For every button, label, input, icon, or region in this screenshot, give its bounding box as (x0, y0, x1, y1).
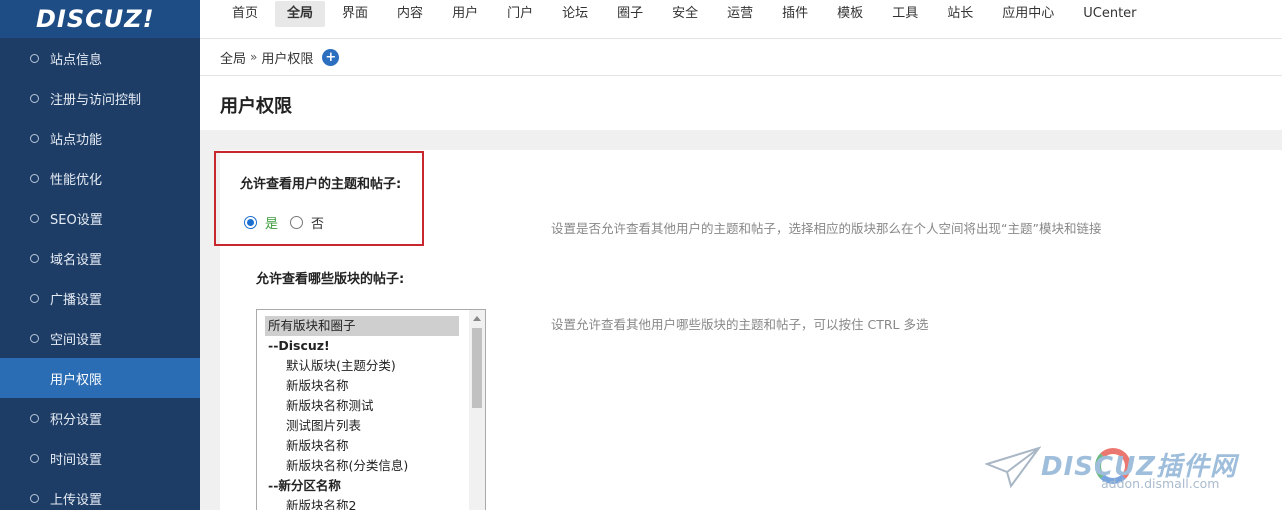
sidebar-item-label: 广播设置 (50, 292, 103, 308)
logo-text: DISCUZ! (36, 5, 155, 33)
bullet-icon (30, 93, 39, 103)
nav-home[interactable]: 首页 (220, 1, 270, 27)
nav-forum[interactable]: 论坛 (550, 1, 600, 27)
nav-tools[interactable]: 工具 (880, 1, 930, 27)
nav-operations[interactable]: 运营 (715, 1, 765, 27)
breadcrumb: 全局 » 用户权限 + (200, 38, 1282, 76)
bullet-icon (30, 253, 39, 263)
list-item[interactable]: 新版块名称2 (257, 496, 459, 510)
nav-templates[interactable]: 模板 (825, 1, 875, 27)
list-item[interactable]: 新版块名称 (257, 436, 459, 456)
bullet-icon (30, 413, 39, 423)
sidebar-item-label: 站点功能 (50, 132, 103, 148)
nav-ucenter[interactable]: UCenter (1071, 1, 1148, 27)
top-navigation: 首页 全局 界面 内容 用户 门户 论坛 圈子 安全 运营 插件 模板 工具 站… (200, 0, 1282, 28)
sidebar-item-domain[interactable]: 域名设置 (0, 238, 200, 278)
sidebar-item-label: 积分设置 (50, 412, 103, 428)
sidebar-item-site-features[interactable]: 站点功能 (0, 118, 200, 158)
nav-groups[interactable]: 圈子 (605, 1, 655, 27)
bullet-icon (30, 493, 39, 503)
sidebar-item-label: 站点信息 (50, 52, 103, 68)
sidebar-item-site-info[interactable]: 站点信息 (0, 38, 200, 78)
sidebar-item-label: 空间设置 (50, 332, 103, 348)
bullet-icon (30, 53, 39, 63)
bullet-icon (30, 333, 39, 343)
nav-security[interactable]: 安全 (660, 1, 710, 27)
sidebar-item-seo[interactable]: SEO设置 (0, 198, 200, 238)
sidebar-item-upload[interactable]: 上传设置 (0, 478, 200, 510)
discuz-logo[interactable]: DISCUZ! (0, 0, 200, 38)
bullet-icon (30, 133, 39, 143)
sidebar-item-credits[interactable]: 积分设置 (0, 398, 200, 438)
list-item[interactable]: 默认版块(主题分类) (257, 356, 459, 376)
scroll-thumb[interactable] (472, 328, 482, 408)
list-item[interactable]: --Discuz! (257, 336, 459, 356)
sidebar-item-performance[interactable]: 性能优化 (0, 158, 200, 198)
nav-content[interactable]: 内容 (385, 1, 435, 27)
sidebar-item-label: 性能优化 (50, 172, 103, 188)
sidebar-item-label: 时间设置 (50, 452, 103, 468)
list-item[interactable]: --新分区名称 (257, 476, 459, 496)
sidebar-item-broadcast[interactable]: 广播设置 (0, 278, 200, 318)
listbox-scrollbar[interactable] (469, 310, 485, 510)
sidebar-item-time[interactable]: 时间设置 (0, 438, 200, 478)
bullet-icon (30, 293, 39, 303)
list-item[interactable]: 新版块名称(分类信息) (257, 456, 459, 476)
nav-portal[interactable]: 门户 (495, 1, 545, 27)
nav-webmaster[interactable]: 站长 (935, 1, 985, 27)
nav-app-center[interactable]: 应用中心 (990, 1, 1066, 27)
highlight-annotation-box (214, 151, 424, 246)
sidebar: 站点信息 注册与访问控制 站点功能 性能优化 SEO设置 域名设置 广播设置 空… (0, 38, 200, 510)
forums-multiselect[interactable]: 所有版块和圈子 --Discuz! 默认版块(主题分类) 新版块名称 新版块名称… (256, 309, 486, 510)
sidebar-item-label: 域名设置 (50, 252, 103, 268)
nav-users[interactable]: 用户 (440, 1, 490, 27)
sidebar-item-space[interactable]: 空间设置 (0, 318, 200, 358)
add-plus-icon[interactable]: + (322, 48, 340, 66)
nav-global[interactable]: 全局 (275, 1, 326, 27)
nav-interface[interactable]: 界面 (330, 1, 380, 27)
breadcrumb-current: 用户权限 (261, 51, 314, 67)
list-item[interactable]: 所有版块和圈子 (265, 316, 459, 336)
watermark-sub-text: addon.dismall.com (1101, 476, 1220, 491)
list-item[interactable]: 新版块名称测试 (257, 396, 459, 416)
scroll-up-arrow-icon[interactable] (473, 316, 481, 321)
sidebar-item-user-permissions[interactable]: 用户权限 (0, 358, 200, 398)
sidebar-item-label: 用户权限 (50, 372, 103, 388)
list-item[interactable]: 新版块名称 (257, 376, 459, 396)
sidebar-item-registration[interactable]: 注册与访问控制 (0, 78, 200, 118)
sidebar-item-label: SEO设置 (50, 212, 103, 228)
breadcrumb-separator: » (250, 50, 258, 64)
breadcrumb-root[interactable]: 全局 (220, 48, 246, 67)
sidebar-item-label: 上传设置 (50, 492, 103, 508)
page-title: 用户权限 (220, 96, 292, 117)
bullet-icon (30, 373, 39, 383)
list-item[interactable]: 测试图片列表 (257, 416, 459, 436)
paper-plane-icon (985, 446, 1041, 489)
sidebar-item-label: 注册与访问控制 (50, 92, 142, 108)
bullet-icon (30, 453, 39, 463)
setting-view-posts-description: 设置是否允许查看其他用户的主题和帖子，选择相应的版块那么在个人空间将出现“主题”… (551, 221, 1102, 236)
nav-plugins[interactable]: 插件 (770, 1, 820, 27)
watermark-logo: DISCUZ插件网 addon.dismall.com (985, 438, 1275, 498)
bullet-icon (30, 213, 39, 223)
setting-forums-label: 允许查看哪些版块的帖子: (256, 272, 405, 287)
setting-forums-description: 设置允许查看其他用户哪些版块的主题和帖子，可以按住 CTRL 多选 (551, 317, 929, 332)
bullet-icon (30, 173, 39, 183)
